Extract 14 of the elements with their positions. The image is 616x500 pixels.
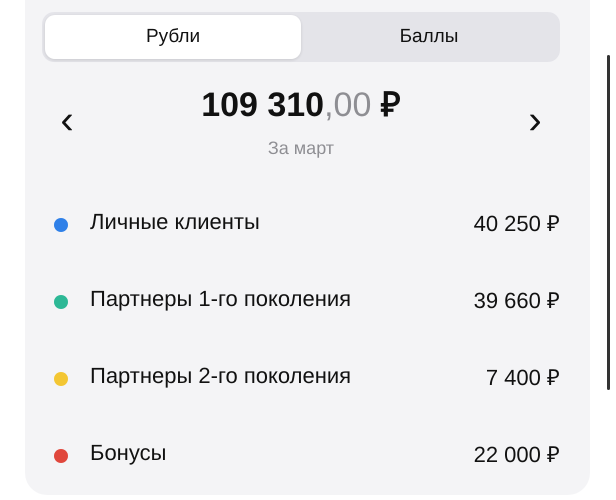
category-label: Партнеры 1-го поколения	[90, 286, 352, 312]
category-amount: 7 400 ₽	[486, 364, 560, 390]
category-amount: 39 660 ₽	[474, 286, 560, 314]
category-amount: 22 000 ₽	[474, 440, 560, 468]
category-amount: 40 250 ₽	[474, 210, 560, 236]
total-amount: 109 310,00 ₽	[201, 85, 401, 126]
previous-button[interactable]: ‹	[42, 100, 92, 140]
next-button[interactable]: ›	[510, 100, 560, 140]
category-label: Личные клиенты	[90, 208, 261, 234]
period-label: За март	[268, 138, 334, 159]
tab[interactable]: Баллы	[301, 15, 557, 59]
category-label: Бонусы	[90, 440, 168, 466]
category-label: Партнеры 2-го поколения	[90, 362, 352, 388]
tab[interactable]: Рубли	[45, 15, 301, 59]
